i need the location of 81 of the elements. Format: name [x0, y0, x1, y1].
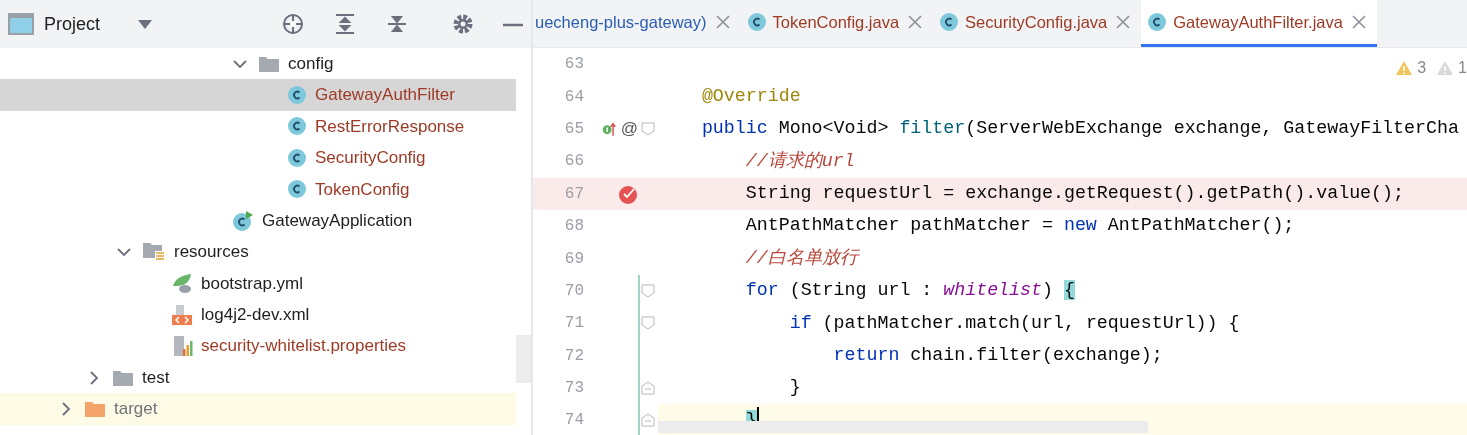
tree-label: target [114, 398, 158, 421]
tree-item[interactable]: config [0, 48, 516, 80]
editor-tab[interactable]: GatewayAuthFilter.java [1141, 0, 1377, 47]
tree-item[interactable]: test [0, 361, 516, 394]
code-line: //白名单放行 [744, 246, 858, 270]
tree-label: bootstrap.yml [201, 272, 304, 295]
inspection-count[interactable]: 3 [1395, 56, 1427, 80]
tree-label: TokenConfig [315, 178, 410, 201]
expand-all-button[interactable] [333, 11, 357, 37]
line-number: 63 [563, 54, 585, 76]
tree-item[interactable]: SecurityConfig [0, 142, 516, 174]
class-icon [287, 116, 307, 137]
line-number: 72 [563, 345, 585, 367]
line-number: 68 [563, 216, 585, 238]
window-icon [8, 13, 34, 35]
tree-label: GatewayApplication [262, 209, 413, 232]
folder-icon [84, 400, 106, 418]
code-line: return chain.filter(exchange); [832, 344, 1163, 367]
locate-icon [281, 12, 305, 37]
code-line: public Mono<Void> filter(ServerWebExchange exchange, GatewayFilterCha [700, 117, 1459, 141]
tree-label: security-whitelist.properties [201, 335, 406, 358]
line-number: 66 [563, 151, 585, 173]
application-class-icon [232, 209, 254, 232]
tree-item[interactable]: bootstrap.yml [0, 267, 516, 300]
code-line: } [788, 376, 801, 400]
tree-item[interactable]: GatewayAuthFilter [0, 79, 516, 111]
class-icon [1147, 12, 1168, 32]
expand-all-icon [333, 12, 357, 37]
minimize-icon [503, 22, 523, 27]
line-number: 70 [563, 280, 585, 302]
code-line: AntPathMatcher pathMatcher = new AntPathMatcher(); [744, 214, 1295, 238]
class-icon [287, 179, 307, 200]
code-line: //请求的url [744, 149, 855, 173]
editor-tab[interactable]: uecheng-plus-gateway) [533, 0, 741, 47]
line-number: 74 [563, 410, 585, 432]
chevron-right-icon [59, 402, 73, 416]
panel-title: Project [44, 12, 101, 36]
tree-item[interactable]: resources [0, 236, 516, 268]
class-icon [939, 12, 960, 32]
gutter-marker[interactable]: @ [620, 116, 638, 142]
editor-tab[interactable]: SecurityConfig.java [933, 0, 1142, 47]
tree-item[interactable]: RestErrorResponse [0, 110, 516, 143]
code-line: String requestUrl = exchange.getRequest().getPath().value(); [744, 182, 1404, 206]
tree-item[interactable]: GatewayApplication [0, 204, 516, 237]
caret-icon [138, 19, 153, 30]
folder-icon [258, 54, 280, 73]
class-icon [287, 147, 307, 168]
tree-item[interactable]: log4j2-dev.xml [0, 299, 516, 331]
leaf-cloud-icon [171, 272, 193, 295]
code-line: for (String url : whitelist) { [744, 279, 1075, 303]
properties-file-icon [171, 335, 193, 358]
xml-file-icon [171, 303, 193, 326]
scrollbar[interactable] [658, 421, 1148, 433]
editor-tab[interactable]: TokenConfig.java [740, 0, 934, 47]
inspection-count[interactable]: 1 [1436, 56, 1467, 80]
class-icon [287, 85, 307, 106]
line-number: 64 [563, 86, 585, 108]
tree-item[interactable]: TokenConfig [0, 173, 516, 205]
chevron-right-icon [87, 370, 101, 385]
code-line: if (pathMatcher.match(url, requestUrl)) { [788, 311, 1240, 335]
tree-label: log4j2-dev.xml [201, 304, 310, 327]
locate-button[interactable] [281, 11, 305, 37]
scrollbar[interactable] [516, 335, 531, 383]
tree-label: GatewayAuthFilter [315, 84, 455, 107]
warning-icon [1436, 60, 1455, 76]
tree-label: RestErrorResponse [315, 115, 465, 138]
tree-item[interactable]: target [0, 393, 516, 425]
tree-label: resources [174, 241, 249, 264]
tree-item[interactable]: security-whitelist.properties [0, 330, 516, 362]
line-number: 65 [563, 118, 585, 140]
tree-label: SecurityConfig [315, 147, 426, 170]
tree-label: config [288, 52, 334, 75]
line-number: 71 [563, 313, 585, 335]
line-number: 73 [563, 378, 585, 400]
line-number: 67 [563, 183, 585, 205]
code-line: @Override [700, 84, 801, 108]
tree-label: test [142, 366, 170, 389]
folder-icon [112, 368, 134, 387]
line-number: 69 [563, 248, 585, 270]
class-icon [746, 12, 767, 32]
warning-icon [1395, 60, 1414, 76]
